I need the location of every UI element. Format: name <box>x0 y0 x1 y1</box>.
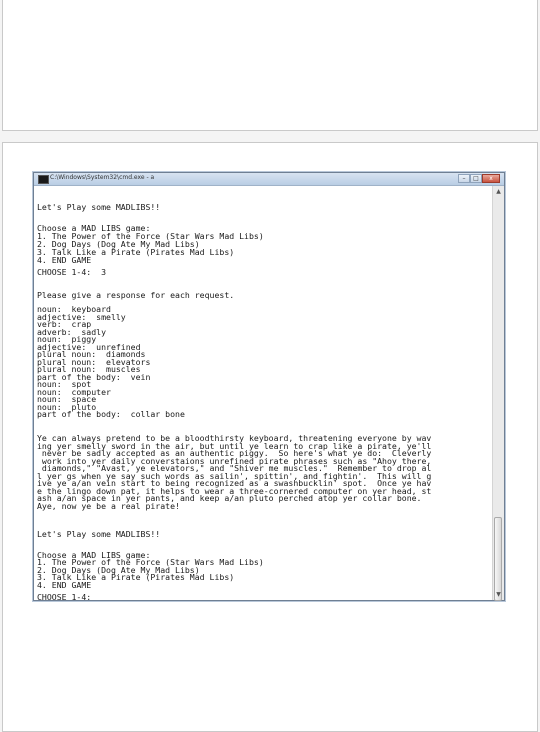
console-line: part of the body: collar bone <box>37 409 185 419</box>
close-button[interactable]: x <box>482 174 500 183</box>
scroll-down-icon[interactable]: ▼ <box>493 589 504 600</box>
console-line: CHOOSE 1-4: <box>37 592 92 600</box>
maximize-button[interactable]: □ <box>470 174 482 183</box>
title-bar[interactable]: C:\Windows\System32\cmd.exe - a – □ x <box>34 173 504 186</box>
cmd-icon <box>38 175 49 184</box>
console-line: Let's Play some MADLIBS!! <box>37 529 161 539</box>
window-controls: – □ x <box>458 174 500 183</box>
console-line: CHOOSE 1-4: 3 <box>37 267 107 277</box>
console-output[interactable]: Let's Play some MADLIBS!! Choose a MAD LI… <box>37 187 492 600</box>
window-title: C:\Windows\System32\cmd.exe - a <box>50 174 155 181</box>
console-line: Let's Play some MADLIBS!! <box>37 202 161 212</box>
console-window[interactable]: C:\Windows\System32\cmd.exe - a – □ x Le… <box>33 172 505 601</box>
console-line: 4. END GAME <box>37 580 92 590</box>
vertical-scrollbar[interactable]: ▲ ▼ <box>492 186 504 601</box>
console-line: Please give a response for each request. <box>37 290 235 300</box>
upper-card <box>2 0 538 131</box>
scroll-up-icon[interactable]: ▲ <box>493 186 504 197</box>
minimize-button[interactable]: – <box>458 174 470 183</box>
console-line: 4. END GAME <box>37 255 92 265</box>
console-line: Aye, now ye be a real pirate! <box>37 501 180 511</box>
